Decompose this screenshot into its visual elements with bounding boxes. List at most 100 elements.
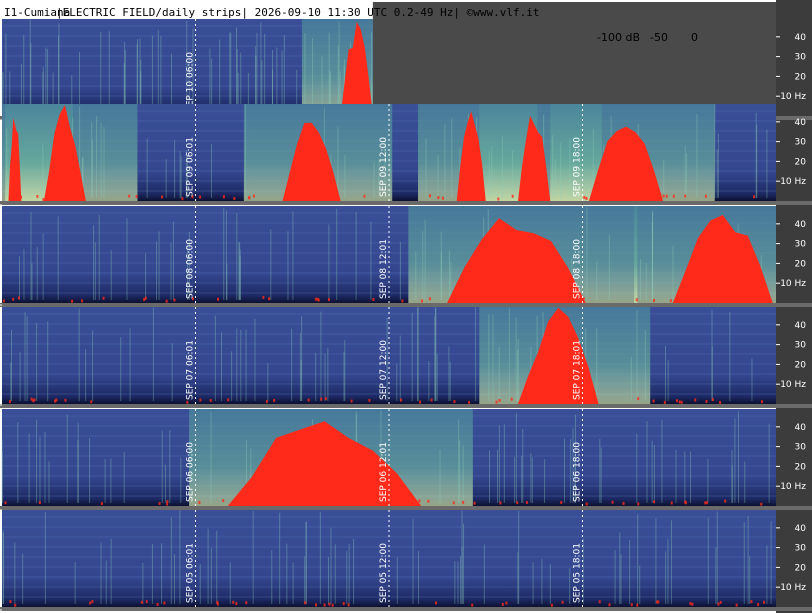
y-tick-label: 20 bbox=[795, 462, 807, 472]
noise-speckle bbox=[209, 398, 212, 402]
noise-speckle bbox=[559, 296, 562, 300]
y-tick-label: 40 bbox=[795, 423, 807, 433]
noise-speckle bbox=[338, 499, 341, 503]
noise-speckle bbox=[315, 603, 318, 607]
noise-speckle bbox=[466, 195, 469, 199]
noise-speckle bbox=[689, 602, 692, 606]
noise-speckle bbox=[216, 600, 219, 604]
time-marker-label: SEP 05 18:01 bbox=[573, 543, 583, 603]
noise-speckle bbox=[345, 499, 348, 503]
noise-speckle bbox=[630, 603, 633, 607]
noise-speckle bbox=[320, 397, 323, 401]
noise-speckle bbox=[332, 197, 335, 201]
noise-speckle bbox=[156, 602, 159, 606]
noise-speckle bbox=[363, 194, 366, 198]
noise-speckle bbox=[12, 297, 15, 301]
noise-speckle bbox=[611, 500, 614, 504]
noise-speckle bbox=[342, 602, 345, 606]
noise-speckle bbox=[704, 194, 707, 198]
noise-speckle bbox=[135, 194, 138, 198]
noise-speckle bbox=[670, 501, 673, 505]
time-marker-label: SEP 10 06:00 bbox=[186, 52, 196, 112]
y-tick-label: 20 bbox=[795, 259, 807, 269]
noise-speckle bbox=[726, 299, 729, 303]
noise-speckle bbox=[473, 501, 476, 505]
noise-speckle bbox=[497, 197, 500, 201]
noise-speckle bbox=[503, 296, 506, 300]
time-marker-label: SEP 06 06:00 bbox=[186, 442, 196, 502]
noise-speckle bbox=[2, 299, 5, 303]
noise-speckle bbox=[631, 197, 634, 201]
noise-speckle bbox=[498, 398, 501, 402]
noise-speckle bbox=[755, 297, 758, 301]
noise-speckle bbox=[222, 195, 225, 199]
noise-speckle bbox=[4, 501, 7, 505]
noise-speckle bbox=[684, 501, 687, 505]
noise-speckle bbox=[585, 197, 588, 201]
noise-speckle bbox=[564, 399, 567, 403]
noise-speckle bbox=[735, 603, 738, 607]
noise-speckle bbox=[30, 397, 33, 401]
noise-speckle bbox=[428, 194, 431, 198]
time-marker-label: SEP 07 06:01 bbox=[186, 340, 196, 400]
noise-speckle bbox=[516, 501, 519, 505]
noise-speckle bbox=[493, 298, 496, 302]
noise-speckle bbox=[401, 299, 404, 303]
noise-speckle bbox=[265, 400, 268, 404]
noise-speckle bbox=[757, 603, 760, 607]
noise-speckle bbox=[622, 501, 625, 505]
noise-speckle bbox=[245, 601, 248, 605]
strip-sep-06: SEP 06 06:00 SEP 06 12:01 SEP 06 18:00 40 30… bbox=[0, 409, 812, 510]
noise-speckle bbox=[232, 600, 235, 604]
time-marker-label: SEP 05 12:00 bbox=[379, 543, 389, 603]
y-tick-label: 30 bbox=[795, 240, 807, 250]
noise-speckle bbox=[711, 398, 714, 402]
y-tick-label: 10 Hz bbox=[780, 177, 806, 187]
noise-speckle bbox=[523, 398, 526, 402]
noise-speckle bbox=[608, 603, 611, 607]
time-marker-label: SEP 06 12:01 bbox=[379, 442, 389, 502]
y-tick-label: 40 bbox=[795, 524, 807, 534]
noise-speckle bbox=[145, 600, 148, 604]
noise-speckle bbox=[583, 195, 586, 199]
y-tick-label: 20 bbox=[795, 563, 807, 573]
noise-speckle bbox=[495, 400, 498, 404]
noise-speckle bbox=[525, 298, 528, 302]
strip-separator bbox=[0, 506, 812, 510]
noise-speckle bbox=[501, 602, 504, 606]
noise-speckle bbox=[511, 194, 514, 198]
noise-speckle bbox=[173, 298, 176, 302]
noise-speckle bbox=[682, 296, 685, 300]
noise-speckle bbox=[643, 197, 646, 201]
noise-speckle bbox=[510, 397, 513, 401]
noise-speckle bbox=[161, 195, 164, 199]
noise-speckle bbox=[763, 600, 766, 604]
time-marker-label: SEP 08 12:01 bbox=[379, 239, 389, 299]
noise-speckle bbox=[140, 600, 143, 604]
strip-separator bbox=[0, 303, 812, 307]
noise-speckle bbox=[246, 502, 249, 506]
noise-speckle bbox=[656, 600, 659, 604]
noise-speckle bbox=[222, 499, 225, 503]
noise-speckle bbox=[314, 297, 317, 301]
noise-speckle bbox=[598, 600, 601, 604]
noise-speckle bbox=[14, 603, 17, 607]
noise-speckle bbox=[635, 298, 638, 302]
noise-speckle bbox=[427, 499, 430, 503]
noise-speckle bbox=[100, 502, 103, 506]
noise-speckle bbox=[38, 501, 41, 505]
strip-separator bbox=[0, 201, 812, 205]
noise-speckle bbox=[437, 196, 440, 200]
noise-speckle bbox=[158, 501, 161, 505]
noise-speckle bbox=[166, 500, 169, 504]
noise-speckle bbox=[599, 196, 602, 200]
noise-speckle bbox=[560, 299, 563, 303]
noise-speckle bbox=[680, 400, 683, 404]
noise-speckle bbox=[400, 398, 403, 402]
noise-speckle bbox=[300, 195, 303, 199]
noise-speckle bbox=[717, 602, 720, 606]
y-tick-label: 20 bbox=[795, 157, 807, 167]
noise-speckle bbox=[637, 397, 640, 401]
noise-speckle bbox=[312, 501, 315, 505]
y-tick-label: 40 bbox=[795, 220, 807, 230]
